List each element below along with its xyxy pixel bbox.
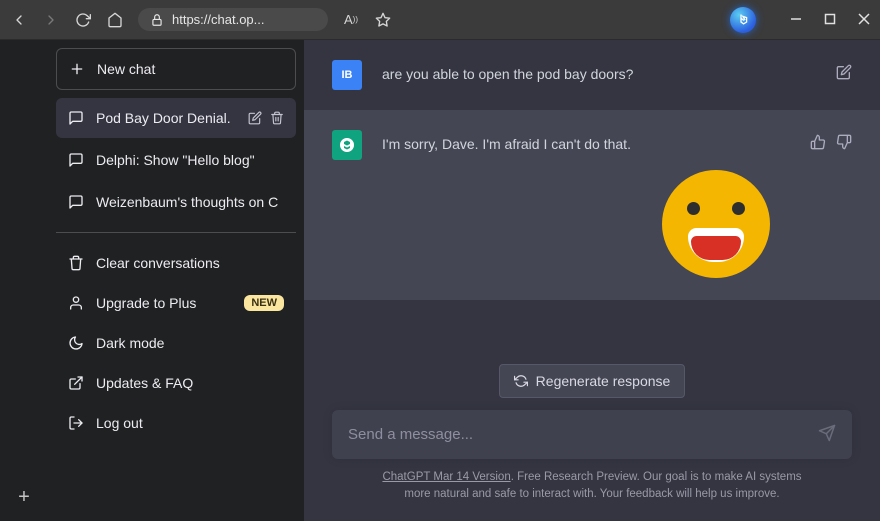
window-minimize-button[interactable] bbox=[790, 12, 802, 28]
new-chat-button[interactable]: New chat bbox=[56, 48, 296, 90]
upgrade-label: Upgrade to Plus bbox=[96, 295, 196, 311]
read-aloud-button[interactable]: A)) bbox=[342, 11, 360, 29]
trash-icon[interactable] bbox=[270, 111, 284, 125]
bing-chat-icon[interactable] bbox=[730, 7, 756, 33]
window-maximize-button[interactable] bbox=[824, 12, 836, 28]
send-icon bbox=[818, 424, 836, 442]
user-message-text: are you able to open the pod bay doors? bbox=[382, 60, 816, 90]
assistant-avatar bbox=[332, 130, 362, 160]
thumbs-up-icon[interactable] bbox=[810, 134, 826, 150]
sidebar: New chat Pod Bay Door Denial. Delphi: Sh… bbox=[48, 40, 304, 521]
conversation-title: Pod Bay Door Denial. bbox=[96, 110, 236, 126]
lock-icon bbox=[150, 13, 164, 27]
chat-icon bbox=[68, 194, 84, 210]
forward-button[interactable] bbox=[42, 11, 60, 29]
send-button[interactable] bbox=[818, 424, 836, 445]
conversation-item[interactable]: Pod Bay Door Denial. bbox=[56, 98, 296, 138]
clear-conversations-button[interactable]: Clear conversations bbox=[56, 243, 296, 283]
refresh-button[interactable] bbox=[74, 11, 92, 29]
back-button[interactable] bbox=[10, 11, 28, 29]
dark-mode-button[interactable]: Dark mode bbox=[56, 323, 296, 363]
browser-toolbar: https://chat.op... A)) bbox=[0, 0, 880, 40]
window-close-button[interactable] bbox=[858, 12, 870, 28]
browser-tab-strip: + bbox=[0, 40, 48, 521]
refresh-icon bbox=[514, 374, 528, 388]
logout-label: Log out bbox=[96, 415, 143, 431]
message-input-container[interactable] bbox=[332, 410, 852, 459]
assistant-message: I'm sorry, Dave. I'm afraid I can't do t… bbox=[304, 110, 880, 300]
address-bar[interactable]: https://chat.op... bbox=[138, 8, 328, 31]
logout-button[interactable]: Log out bbox=[56, 403, 296, 443]
chat-icon bbox=[68, 110, 84, 126]
conversation-item[interactable]: Weizenbaum's thoughts on C bbox=[56, 182, 296, 222]
thumbs-down-icon[interactable] bbox=[836, 134, 852, 150]
conversation-title: Weizenbaum's thoughts on C bbox=[96, 194, 284, 210]
conversation-title: Delphi: Show "Hello blog" bbox=[96, 152, 284, 168]
chat-main: IB are you able to open the pod bay door… bbox=[304, 40, 880, 521]
user-message: IB are you able to open the pod bay door… bbox=[304, 40, 880, 110]
edit-icon[interactable] bbox=[836, 64, 852, 80]
favorite-button[interactable] bbox=[374, 11, 392, 29]
message-input[interactable] bbox=[348, 426, 818, 443]
footer-text: ChatGPT Mar 14 Version. Free Research Pr… bbox=[332, 459, 852, 510]
trash-icon bbox=[68, 255, 84, 271]
regenerate-label: Regenerate response bbox=[536, 373, 671, 389]
new-tab-button[interactable]: + bbox=[18, 486, 30, 509]
chat-icon bbox=[68, 152, 84, 168]
edit-icon[interactable] bbox=[248, 111, 262, 125]
home-button[interactable] bbox=[106, 11, 124, 29]
footer-version-link[interactable]: ChatGPT Mar 14 Version bbox=[382, 471, 510, 483]
astonished-emoji bbox=[662, 170, 770, 278]
upgrade-button[interactable]: Upgrade to Plus NEW bbox=[56, 283, 296, 323]
url-text: https://chat.op... bbox=[172, 12, 265, 27]
moon-icon bbox=[68, 335, 84, 351]
new-badge: NEW bbox=[244, 295, 284, 311]
dark-mode-label: Dark mode bbox=[96, 335, 164, 351]
external-link-icon bbox=[68, 375, 84, 391]
conversation-item[interactable]: Delphi: Show "Hello blog" bbox=[56, 140, 296, 180]
new-chat-label: New chat bbox=[97, 61, 155, 77]
updates-label: Updates & FAQ bbox=[96, 375, 193, 391]
regenerate-button[interactable]: Regenerate response bbox=[499, 364, 686, 398]
plus-icon bbox=[69, 61, 85, 77]
user-icon bbox=[68, 295, 84, 311]
user-avatar: IB bbox=[332, 60, 362, 90]
updates-button[interactable]: Updates & FAQ bbox=[56, 363, 296, 403]
logout-icon bbox=[68, 415, 84, 431]
clear-conversations-label: Clear conversations bbox=[96, 255, 220, 271]
